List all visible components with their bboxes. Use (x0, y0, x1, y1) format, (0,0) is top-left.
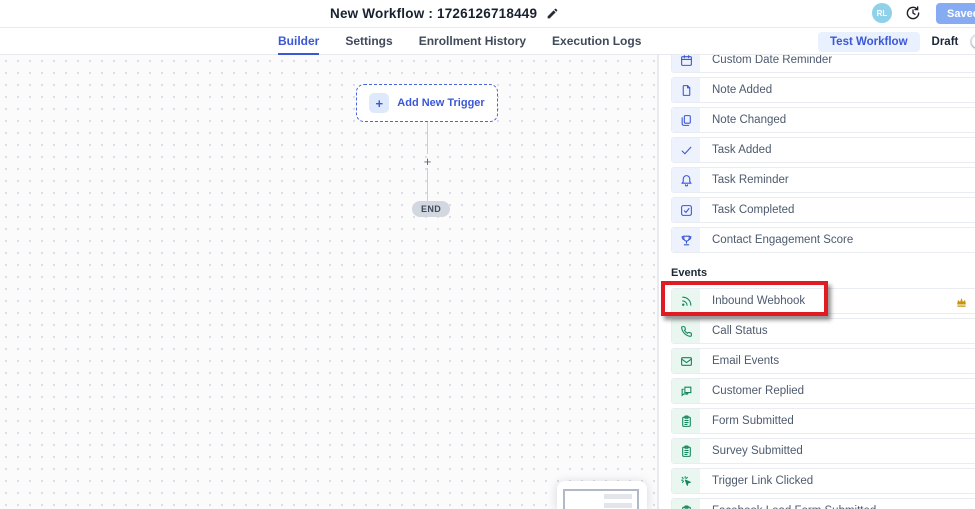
trigger-item-customer-replied[interactable]: Customer Replied (671, 378, 975, 404)
note-icon (672, 78, 700, 102)
trophy-icon (672, 228, 700, 252)
trigger-item-note-changed[interactable]: Note Changed (671, 107, 975, 133)
preview-widget[interactable] (557, 481, 647, 509)
app-header: New Workflow : 1726126718449 RL Saved (0, 0, 975, 28)
phone-icon (672, 319, 700, 343)
clipboard-icon (672, 439, 700, 463)
check-square-icon (672, 198, 700, 222)
trigger-sidebar[interactable]: Custom Date Reminder Note Added Note Chang… (658, 55, 975, 509)
draft-label: Draft (932, 36, 959, 48)
trigger-item-facebook-lead-form-submitted[interactable]: Facebook Lead Form Submitted (671, 498, 975, 509)
connector-line-bottom (427, 168, 428, 201)
saved-button[interactable]: Saved (936, 3, 975, 24)
trigger-item-survey-submitted[interactable]: Survey Submitted (671, 438, 975, 464)
trigger-item-label: Customer Replied (712, 385, 804, 397)
trigger-list: Custom Date Reminder Note Added Note Chang… (671, 55, 975, 509)
calendar-icon (672, 55, 700, 72)
chat-icon (672, 379, 700, 403)
trigger-item-form-submitted[interactable]: Form Submitted (671, 408, 975, 434)
connector-line-top (427, 122, 428, 154)
tab-enrollment-history[interactable]: Enrollment History (419, 28, 526, 55)
trigger-item-label: Facebook Lead Form Submitted (712, 505, 876, 509)
section-header-events: Events (671, 257, 975, 288)
test-workflow-button[interactable]: Test Workflow (818, 32, 920, 52)
page-title: New Workflow : 1726126718449 (330, 6, 537, 21)
trigger-item-label: Survey Submitted (712, 445, 803, 457)
trigger-item-label: Trigger Link Clicked (712, 475, 813, 487)
webhook-icon (672, 289, 700, 313)
trigger-item-label: Task Completed (712, 204, 794, 216)
trigger-item-label: Call Status (712, 325, 768, 337)
trigger-item-label: Email Events (712, 355, 779, 367)
trigger-item-label: Task Added (712, 144, 771, 156)
trigger-item-task-reminder[interactable]: Task Reminder (671, 167, 975, 193)
trigger-item-label: Form Submitted (712, 415, 794, 427)
clipboard-icon (672, 499, 700, 509)
crown-icon (955, 295, 968, 308)
add-new-trigger-button[interactable]: + Add New Trigger (356, 84, 498, 122)
tab-bar: Builder Settings Enrollment History Executi… (0, 28, 975, 55)
trigger-item-note-added[interactable]: Note Added (671, 77, 975, 103)
trigger-item-trigger-link-clicked[interactable]: Trigger Link Clicked (671, 468, 975, 494)
preview-placeholder-bar (604, 503, 632, 508)
trigger-item-task-added[interactable]: Task Added (671, 137, 975, 163)
trigger-item-label: Inbound Webhook (712, 295, 805, 307)
trigger-item-email-events[interactable]: Email Events (671, 348, 975, 374)
connector-add-step-icon[interactable]: + (421, 154, 434, 169)
trigger-item-contact-engagement-score[interactable]: Contact Engagement Score (671, 227, 975, 253)
publish-toggle[interactable] (970, 34, 975, 49)
tab-settings[interactable]: Settings (345, 28, 392, 55)
preview-widget-frame (563, 489, 639, 509)
tab-bar-tabs: Builder Settings Enrollment History Executi… (278, 28, 641, 55)
preview-placeholder-bar (604, 494, 632, 499)
trigger-item-inbound-webhook[interactable]: Inbound Webhook (671, 288, 975, 314)
check-icon (672, 138, 700, 162)
trigger-item-label: Contact Engagement Score (712, 234, 853, 246)
end-node: END (412, 201, 450, 217)
history-clock-icon[interactable] (905, 5, 921, 21)
trigger-item-custom-date-reminder[interactable]: Custom Date Reminder (671, 55, 975, 73)
user-avatar[interactable]: RL (872, 3, 892, 23)
tab-builder[interactable]: Builder (278, 28, 319, 55)
tab-execution-logs[interactable]: Execution Logs (552, 28, 641, 55)
plus-icon: + (369, 93, 389, 113)
trigger-item-label: Note Added (712, 84, 772, 96)
workflow-title-group: New Workflow : 1726126718449 (330, 0, 559, 27)
trigger-item-label: Task Reminder (712, 174, 789, 186)
bell-icon (672, 168, 700, 192)
trigger-item-task-completed[interactable]: Task Completed (671, 197, 975, 223)
edit-title-pencil-icon[interactable] (546, 7, 559, 20)
tab-bar-right-controls: Test Workflow Draft Publish (818, 28, 975, 55)
workflow-canvas[interactable]: + Add New Trigger + END (0, 55, 658, 509)
clipboard-icon (672, 409, 700, 433)
mail-icon (672, 349, 700, 373)
add-new-trigger-label: Add New Trigger (397, 97, 484, 109)
cursor-click-icon (672, 469, 700, 493)
notes-copy-icon (672, 108, 700, 132)
trigger-item-call-status[interactable]: Call Status (671, 318, 975, 344)
trigger-item-label: Custom Date Reminder (712, 55, 832, 66)
trigger-item-label: Note Changed (712, 114, 786, 126)
